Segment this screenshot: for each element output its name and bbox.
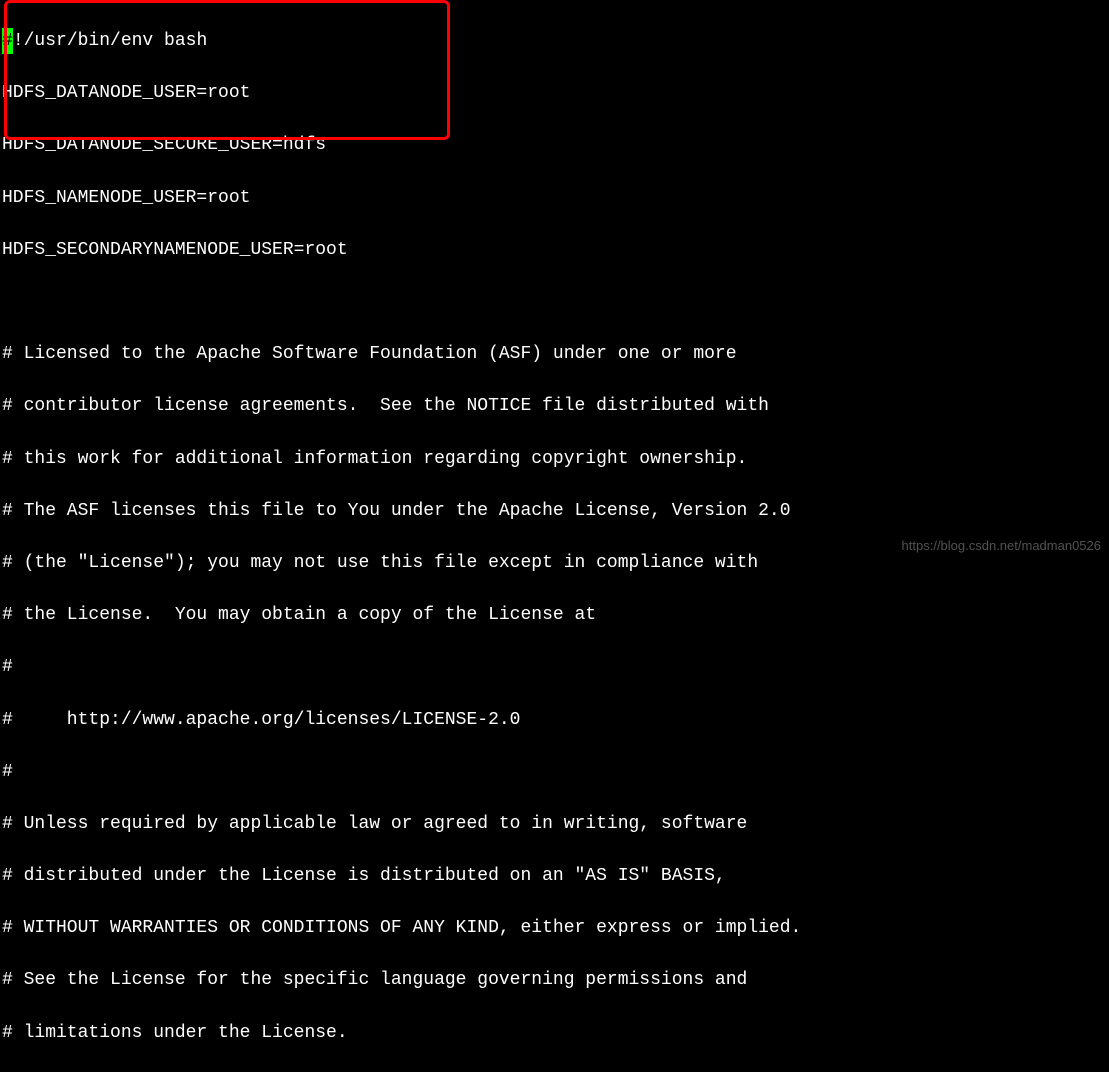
license-line: # The ASF licenses this file to You unde…: [2, 498, 1107, 524]
license-line: # this work for additional information r…: [2, 446, 1107, 472]
cursor-block: #: [2, 28, 13, 54]
license-line: # contributor license agreements. See th…: [2, 393, 1107, 419]
shebang-rest: !/usr/bin/env bash: [13, 31, 207, 51]
config-line: HDFS_DATANODE_USER=root: [2, 80, 1107, 106]
config-line: HDFS_NAMENODE_USER=root: [2, 185, 1107, 211]
shebang-line: #!/usr/bin/env bash: [2, 28, 1107, 54]
license-line: # the License. You may obtain a copy of …: [2, 602, 1107, 628]
license-line: # http://www.apache.org/licenses/LICENSE…: [2, 707, 1107, 733]
license-line: # See the License for the specific langu…: [2, 967, 1107, 993]
license-line: # Unless required by applicable law or a…: [2, 811, 1107, 837]
license-line: #: [2, 759, 1107, 785]
watermark-text: https://blog.csdn.net/madman0526: [902, 538, 1101, 553]
license-line: # limitations under the License.: [2, 1020, 1107, 1046]
license-line: # WITHOUT WARRANTIES OR CONDITIONS OF AN…: [2, 915, 1107, 941]
license-line: # (the "License"); you may not use this …: [2, 550, 1107, 576]
license-line: # distributed under the License is distr…: [2, 863, 1107, 889]
license-line: # Licensed to the Apache Software Founda…: [2, 341, 1107, 367]
terminal-content[interactable]: #!/usr/bin/env bash HDFS_DATANODE_USER=r…: [2, 2, 1107, 1072]
license-line: #: [2, 654, 1107, 680]
config-line: HDFS_DATANODE_SECURE_USER=hdfs: [2, 132, 1107, 158]
config-line: HDFS_SECONDARYNAMENODE_USER=root: [2, 237, 1107, 263]
